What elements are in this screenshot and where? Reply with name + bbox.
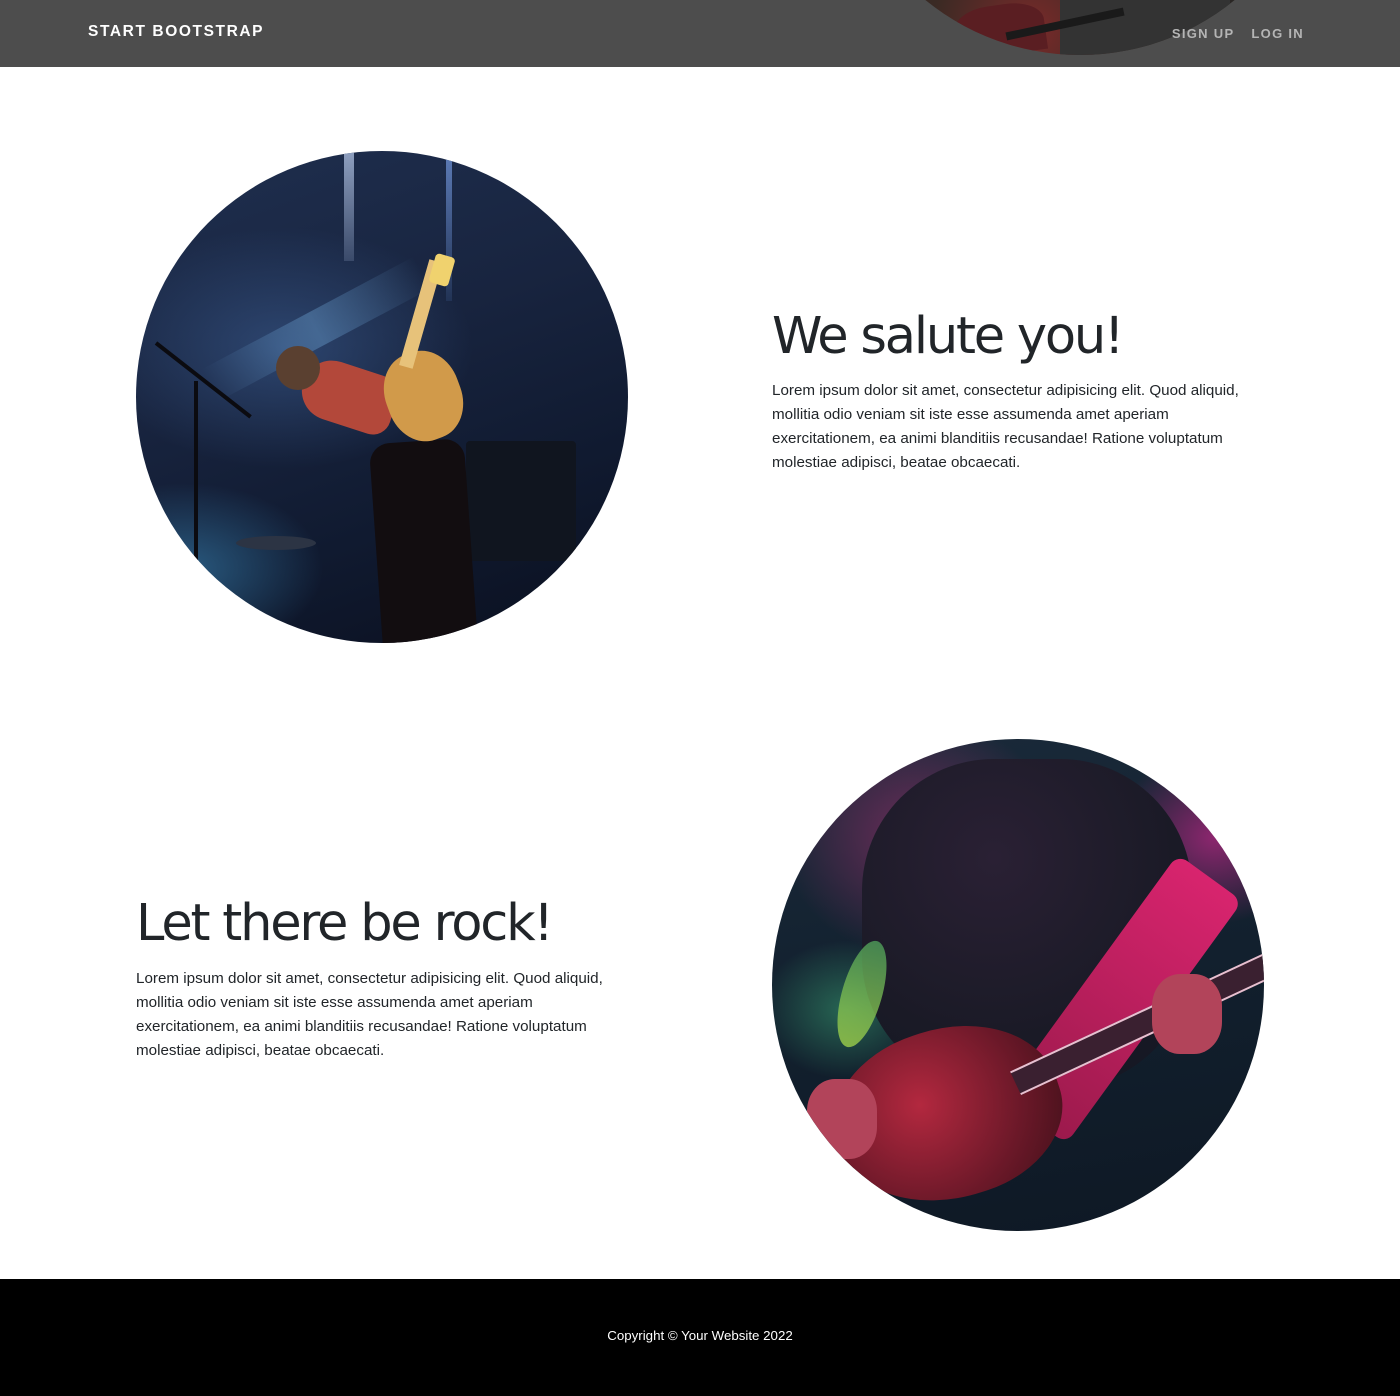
- brand-link[interactable]: Start Bootstrap: [88, 23, 264, 41]
- nav-links: Sign Up Log In: [1172, 26, 1304, 41]
- section-heading: Let there be rock!: [136, 894, 554, 953]
- section-text: Lorem ipsum dolor sit amet, consectetur …: [136, 970, 603, 1059]
- guitarist-concert-photo: [136, 151, 628, 643]
- guitar-closeup-photo: [772, 739, 1264, 1231]
- section-heading: We salute you!: [772, 307, 1124, 366]
- navbar: Start Bootstrap Sign Up Log In: [0, 0, 1400, 67]
- sign-up-link[interactable]: Sign Up: [1172, 26, 1235, 41]
- footer: Copyright © Your Website 2022: [0, 1279, 1400, 1396]
- copyright-text: Copyright © Your Website 2022: [607, 1328, 793, 1343]
- log-in-link[interactable]: Log In: [1251, 26, 1304, 41]
- section-text: Lorem ipsum dolor sit amet, consectetur …: [772, 382, 1239, 471]
